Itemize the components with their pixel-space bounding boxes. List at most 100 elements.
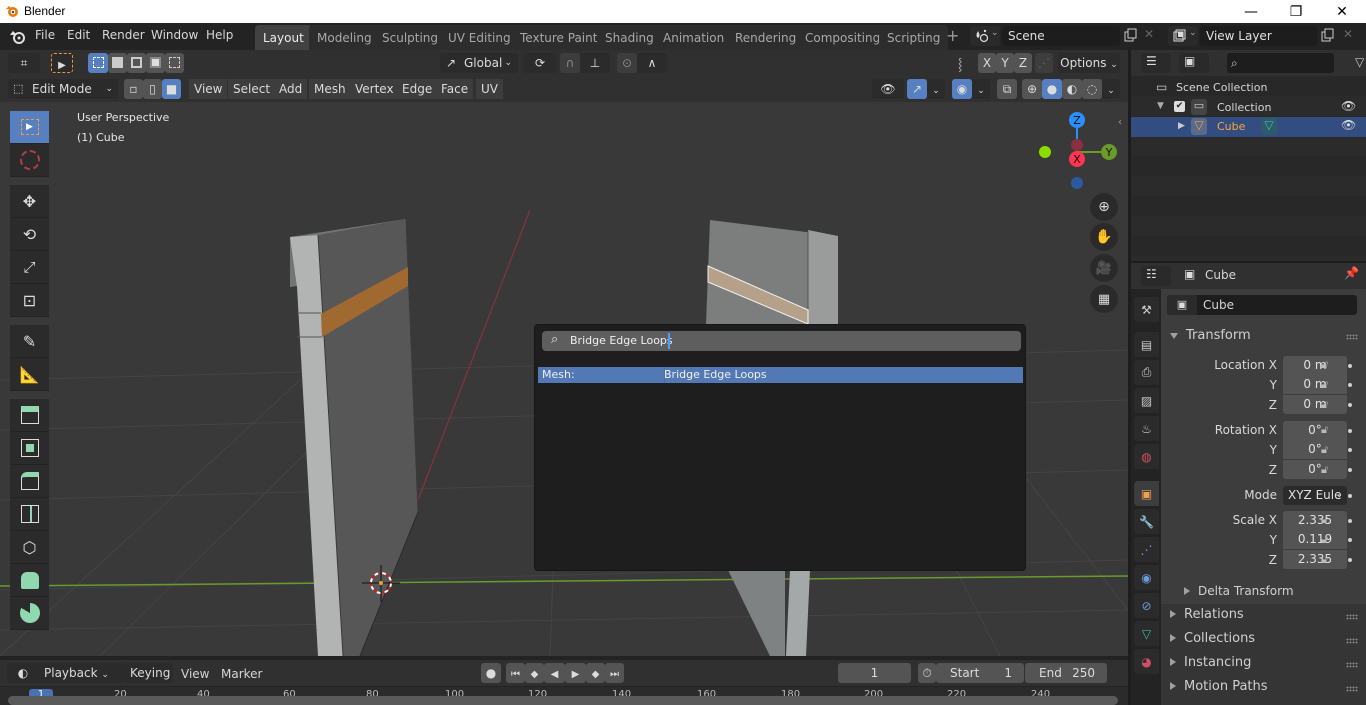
scale-z-field[interactable]: 2.335	[1283, 550, 1347, 569]
tool-select-box[interactable]: ▶	[10, 111, 49, 144]
edge-select-mode[interactable]: ▯	[143, 79, 162, 99]
lock-scale-z-icon[interactable]: 🔓︎	[1321, 553, 1328, 567]
select-mode-extend[interactable]	[108, 53, 127, 73]
transform-pivot-button[interactable]: ⌗	[8, 53, 40, 73]
keyframe-dot[interactable]	[1348, 448, 1352, 452]
menu-edge[interactable]: Edge	[397, 79, 438, 99]
rotation-x-field[interactable]: 0°	[1283, 421, 1347, 440]
timeline-ruler[interactable]: 1 20 40 60 80 100 120 140 160 180 200 22…	[0, 687, 1128, 705]
options-dropdown[interactable]: Options ⌄	[1058, 53, 1120, 73]
menu-uv[interactable]: UV	[476, 79, 503, 99]
shading-material[interactable]: ◐	[1062, 79, 1082, 99]
tab-animation[interactable]: Animation	[655, 25, 733, 50]
tool-loop-cut[interactable]	[10, 498, 49, 531]
end-frame-field[interactable]: End 250	[1025, 663, 1107, 683]
shading-solid[interactable]: ●	[1042, 79, 1062, 99]
expand-triangle-icon[interactable]: ▶	[1178, 121, 1185, 131]
select-mode-new[interactable]	[88, 53, 108, 73]
next-keyframe-button[interactable]: ◆	[586, 663, 605, 683]
tab-compositing[interactable]: Compositing	[797, 25, 889, 50]
remove-scene-icon[interactable]: ✕	[1144, 27, 1154, 41]
eye-visibility-icon[interactable]: 👁	[1341, 99, 1356, 113]
keyframe-dot[interactable]	[1348, 519, 1352, 523]
menu-select[interactable]: Select	[228, 79, 276, 99]
preview-range-toggle[interactable]: ⏱	[918, 663, 936, 683]
new-view-layer-icon[interactable]	[1320, 28, 1335, 43]
exclude-checkbox[interactable]: ✔	[1174, 101, 1185, 112]
expand-triangle-icon[interactable]: ▼	[1157, 101, 1164, 111]
lock-location-y-icon[interactable]: 🔓︎	[1321, 378, 1328, 392]
menu-view[interactable]: View	[189, 79, 228, 99]
tab-output[interactable]: ⎙	[1134, 360, 1159, 385]
gizmo-neg-z[interactable]	[1071, 177, 1083, 189]
zoom-view-button[interactable]: ⊕	[1090, 193, 1118, 221]
mesh-data-icon[interactable]: ▽	[1261, 118, 1277, 135]
view-layer-name-field[interactable]: View Layer	[1200, 26, 1317, 46]
menu-render[interactable]: Render	[102, 28, 145, 42]
tab-material[interactable]: ◕	[1134, 649, 1159, 674]
scene-name-field[interactable]: Scene	[1002, 26, 1120, 46]
select-tool-button[interactable]: ▶	[51, 53, 73, 73]
tool-scale[interactable]: ⤢	[10, 251, 49, 284]
relations-panel[interactable]: Relations	[1170, 607, 1244, 622]
transform-orientation-dropdown[interactable]: Global ↗ ⌄	[440, 53, 518, 73]
tool-bevel[interactable]	[10, 465, 49, 498]
tool-rotate[interactable]: ⟲	[10, 218, 49, 251]
motion-paths-panel[interactable]: Motion Paths	[1170, 679, 1268, 694]
scale-y-field[interactable]: 0.119	[1283, 530, 1347, 549]
gizmo-neg-y[interactable]	[1039, 146, 1051, 158]
gizmo-dropdown[interactable]: ⌄	[927, 79, 945, 99]
keyframe-dot[interactable]	[1348, 494, 1352, 498]
menu-file[interactable]: File	[35, 28, 55, 42]
collections-panel[interactable]: Collections	[1170, 631, 1255, 646]
play-button[interactable]: ▶	[565, 663, 586, 683]
auto-merge-toggle[interactable]: ⋰	[1035, 53, 1053, 73]
keyframe-dot[interactable]	[1348, 403, 1352, 407]
search-result-item[interactable]: Mesh: Bridge Edge Loops	[538, 367, 1023, 383]
tab-physics[interactable]: ◉	[1134, 565, 1159, 590]
jump-start-button[interactable]: ⏮	[506, 663, 525, 683]
view-layer-selector-button[interactable]: ⌄	[1168, 26, 1198, 46]
add-workspace-button[interactable]: +	[946, 26, 959, 45]
operator-search-input[interactable]: ⌕ Bridge Edge Loops	[542, 331, 1021, 351]
mirror-icon[interactable]: ⸾	[958, 55, 962, 72]
lock-scale-y-icon[interactable]: 🔓︎	[1321, 533, 1328, 547]
perspective-toggle-button[interactable]: ▦	[1090, 285, 1118, 313]
tab-particles[interactable]: ⋰	[1134, 537, 1159, 562]
menu-edit[interactable]: Edit	[67, 28, 90, 42]
keying-dropdown[interactable]: Keying ⌄	[124, 663, 173, 700]
keyframe-dot[interactable]	[1348, 429, 1352, 433]
select-mode-invert[interactable]	[146, 53, 165, 73]
tab-shading[interactable]: Shading	[597, 25, 662, 50]
menu-help[interactable]: Help	[206, 28, 233, 42]
drag-grip-icon[interactable]	[1346, 662, 1358, 668]
menu-mesh[interactable]: Mesh	[309, 79, 351, 99]
select-mode-subtract[interactable]	[127, 53, 146, 73]
shading-dropdown[interactable]: ⌄	[1102, 79, 1120, 99]
tool-extrude-region[interactable]	[10, 399, 49, 432]
minimize-button[interactable]: —	[1228, 0, 1274, 23]
proportional-falloff-dropdown[interactable]: ∧	[637, 53, 667, 73]
outliner-item-scene-collection[interactable]: ▭ Scene Collection	[1131, 78, 1366, 98]
lock-rotation-z-icon[interactable]: 🔓︎	[1321, 463, 1328, 477]
menu-window[interactable]: Window	[151, 28, 198, 42]
tool-annotate[interactable]: ✎	[10, 325, 49, 358]
current-frame-field[interactable]: 1	[838, 663, 911, 683]
gizmo-neg-x[interactable]	[1071, 139, 1083, 151]
tool-move[interactable]: ✥	[10, 185, 49, 218]
snap-toggle[interactable]: ∩	[560, 53, 580, 73]
outliner-item-collection[interactable]: ▼ ✔ ▭ Collection 👁	[1131, 98, 1366, 118]
keyframe-dot[interactable]	[1348, 468, 1352, 472]
overlays-toggle[interactable]: ◉	[952, 79, 972, 99]
keyframe-dot[interactable]	[1348, 558, 1352, 562]
vertex-select-mode[interactable]: ▫	[124, 79, 143, 99]
lock-rotation-y-icon[interactable]: 🔓︎	[1321, 443, 1328, 457]
tab-layout[interactable]: Layout	[255, 25, 312, 50]
delta-transform-subpanel[interactable]: Delta Transform	[1184, 584, 1294, 598]
outliner-search-input[interactable]: ⌕	[1227, 53, 1334, 73]
camera-view-button[interactable]: 🎥	[1090, 254, 1118, 282]
outliner-item-cube[interactable]: ▶ ▽ Cube ▽ 👁	[1131, 117, 1366, 137]
keyframe-dot[interactable]	[1348, 383, 1352, 387]
eye-visibility-icon[interactable]: 👁	[1341, 118, 1356, 132]
tab-sculpting[interactable]: Sculpting	[374, 25, 447, 50]
